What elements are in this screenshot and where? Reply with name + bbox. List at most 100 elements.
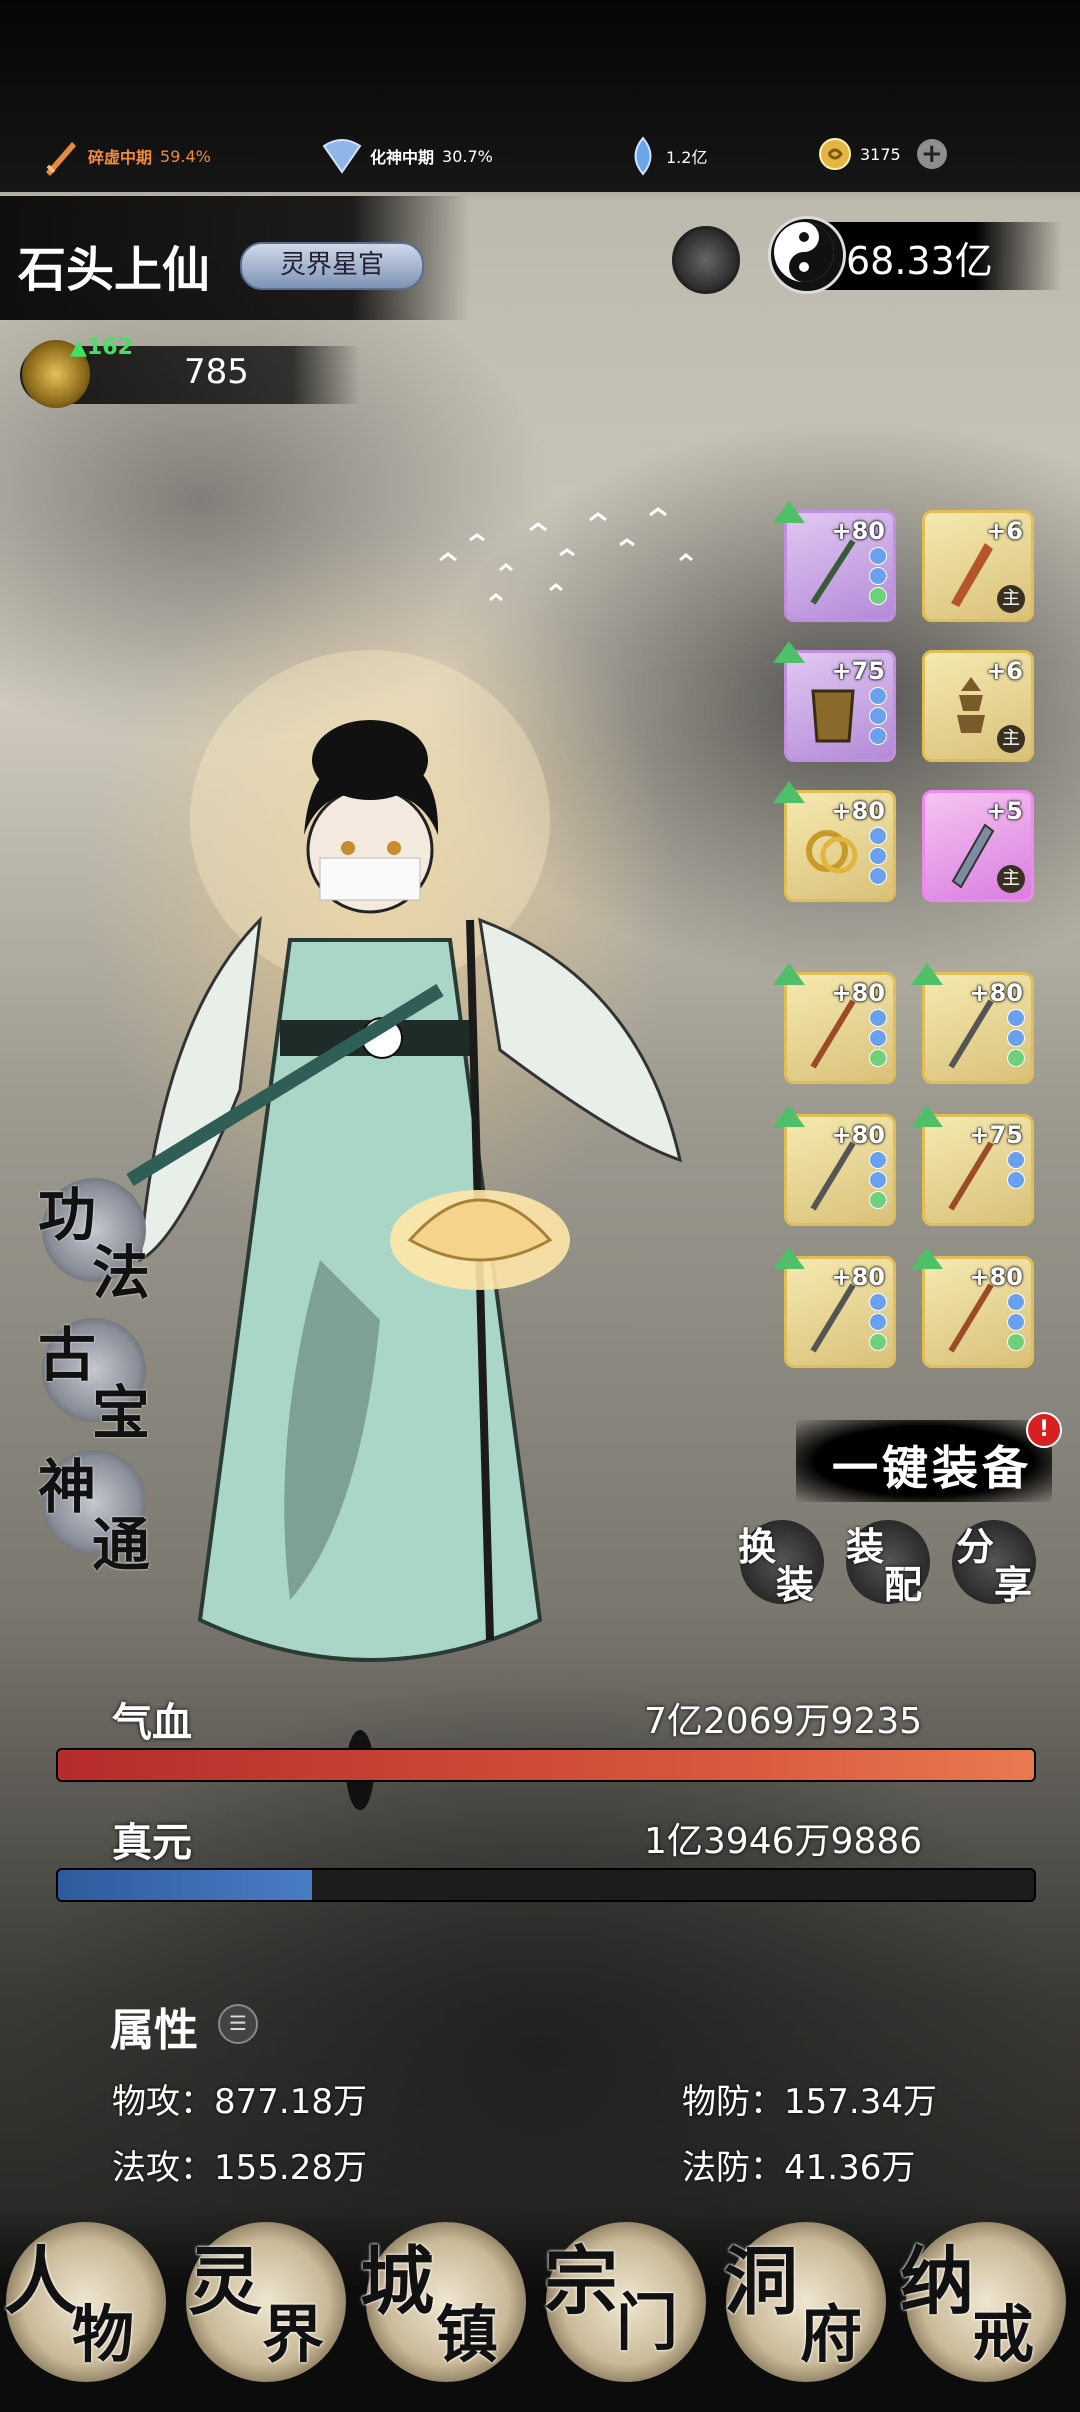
nav-sect-char-2: 门: [616, 2286, 679, 2359]
nav-character-char-2: 物: [72, 2298, 135, 2371]
gubao-char-2: 宝: [92, 1379, 151, 1447]
equip-level: +6: [986, 517, 1023, 545]
shentong-char-2: 通: [92, 1511, 151, 1579]
upgrade-arrow-icon: [773, 1247, 805, 1269]
equip-slot-2[interactable]: +6 主: [922, 510, 1034, 622]
nav-town-char-2: 镇: [436, 2298, 499, 2371]
phys-defense: 物防：157.34万: [682, 2082, 937, 2122]
equip-slot-6[interactable]: +5 主: [922, 790, 1034, 902]
equip-level: +80: [831, 517, 885, 545]
equip-level: +80: [831, 1263, 885, 1291]
mp-bar: [56, 1868, 1036, 1902]
realm-primary-label: 碎虚中期: [88, 148, 153, 167]
gold-counter[interactable]: 3175 +: [818, 136, 947, 172]
spirit-stone-icon: [634, 136, 652, 176]
hp-value: 7亿2069万9235: [644, 1701, 923, 1742]
upgrade-arrow-icon: [911, 1247, 943, 1269]
yinyang-value: 68.33亿: [846, 239, 993, 283]
gem-slots: [869, 547, 887, 605]
upgrade-arrow-icon: [773, 1105, 805, 1127]
sword-icon: [46, 142, 76, 176]
main-tag: 主: [997, 725, 1025, 753]
power-increase-value: 162: [86, 335, 133, 360]
character-illustration: [126, 650, 683, 1810]
phys-attack: 物攻：877.18万: [112, 2082, 367, 2122]
add-gold-button[interactable]: +: [916, 139, 947, 169]
equip-slot-8[interactable]: +80: [911, 963, 1034, 1084]
equip-level: +80: [831, 1121, 885, 1149]
power-value: 785: [184, 352, 249, 392]
upgrade-arrow-icon: [911, 963, 943, 985]
hp-bar-fill: [58, 1750, 1034, 1780]
gongfa-char-1: 功: [38, 1181, 97, 1249]
change-char-1: 换: [738, 1524, 777, 1569]
gongfa-char-2: 法: [92, 1239, 151, 1307]
equip-level: +80: [969, 1263, 1023, 1291]
attributes-list-icon[interactable]: ☰: [218, 2004, 258, 2044]
magic-defense: 法防：41.36万: [682, 2148, 916, 2188]
ring-icon[interactable]: [672, 226, 740, 294]
realm-progress-secondary[interactable]: 化神中期 30.7%: [322, 136, 493, 176]
power-increase: ▲162: [70, 335, 133, 360]
magic-attack: 法攻：155.28万: [112, 2148, 367, 2188]
nav-cave-char-1: 洞: [724, 2239, 798, 2325]
nav-spirit-realm-char-2: 界: [262, 2298, 325, 2371]
one-key-equip-label: 一键装备: [832, 1441, 1032, 1495]
change-char-2: 装: [776, 1562, 815, 1607]
equip-slot-3[interactable]: +75: [773, 641, 896, 762]
gem-slots: [1007, 1151, 1025, 1189]
yinyang-icon: [768, 216, 846, 294]
mp-bar-fill: [58, 1870, 312, 1900]
gem-slots: [869, 687, 887, 745]
nav-storage-char-2: 戒: [972, 2298, 1035, 2371]
equip-level: +75: [969, 1121, 1023, 1149]
fan-icon: [322, 139, 362, 174]
equip-level: +75: [831, 657, 885, 685]
nav-town-char-1: 城: [360, 2239, 434, 2325]
equip-slot-4[interactable]: +6 主: [922, 650, 1034, 762]
spirit-stone-counter[interactable]: 1.2亿: [628, 136, 707, 176]
title-badge[interactable]: 灵界星官: [240, 242, 424, 290]
gold-value: 3175: [860, 144, 901, 164]
realm-primary-percent: 59.4%: [160, 146, 211, 166]
spirit-stone-value: 1.2亿: [666, 148, 708, 167]
realm-secondary-label: 化神中期: [370, 148, 435, 167]
shentong-char-1: 神: [38, 1453, 97, 1521]
upgrade-arrow-icon: [773, 501, 805, 523]
loadout-char-2: 配: [884, 1562, 923, 1607]
equip-level: +6: [986, 657, 1023, 685]
upgrade-arrow-icon: [773, 781, 805, 803]
upgrade-arrow-icon: [773, 641, 805, 663]
equip-level: +80: [969, 979, 1023, 1007]
equip-slot-11[interactable]: +80: [773, 1247, 896, 1368]
gem-slots: [1007, 1293, 1025, 1351]
equip-slot-9[interactable]: +80: [773, 1105, 896, 1226]
gem-slots: [869, 1293, 887, 1351]
upgrade-arrow-icon: [773, 963, 805, 985]
equip-level: +80: [831, 797, 885, 825]
coin-icon: [819, 138, 851, 170]
birds-decoration: [439, 507, 693, 602]
equip-slot-1[interactable]: +80: [773, 501, 896, 622]
mp-label: 真元: [112, 1819, 192, 1866]
equip-slot-5[interactable]: +80: [773, 781, 896, 902]
realm-progress-primary[interactable]: 碎虚中期 59.4%: [42, 136, 211, 176]
gem-slots: [869, 1151, 887, 1209]
gem-slots: [869, 827, 887, 885]
main-tag: 主: [997, 585, 1025, 613]
hp-label: 气血: [112, 1699, 192, 1746]
equip-slot-12[interactable]: +80: [911, 1247, 1034, 1368]
equip-slot-7[interactable]: +80: [773, 963, 896, 1084]
nav-spirit-realm-char-1: 灵: [188, 2239, 262, 2325]
nav-cave-char-2: 府: [800, 2298, 863, 2371]
gem-slots: [1007, 1009, 1025, 1067]
notification-badge: !: [1026, 1412, 1062, 1448]
main-tag: 主: [997, 865, 1025, 893]
realm-secondary-percent: 30.7%: [442, 146, 493, 166]
hp-bar: [56, 1748, 1036, 1782]
gem-slots: [869, 1009, 887, 1067]
equip-slot-10[interactable]: +75: [911, 1105, 1034, 1226]
nav-character-char-1: 人: [4, 2239, 78, 2325]
share-char-1: 分: [956, 1524, 995, 1569]
equip-level: +80: [831, 979, 885, 1007]
